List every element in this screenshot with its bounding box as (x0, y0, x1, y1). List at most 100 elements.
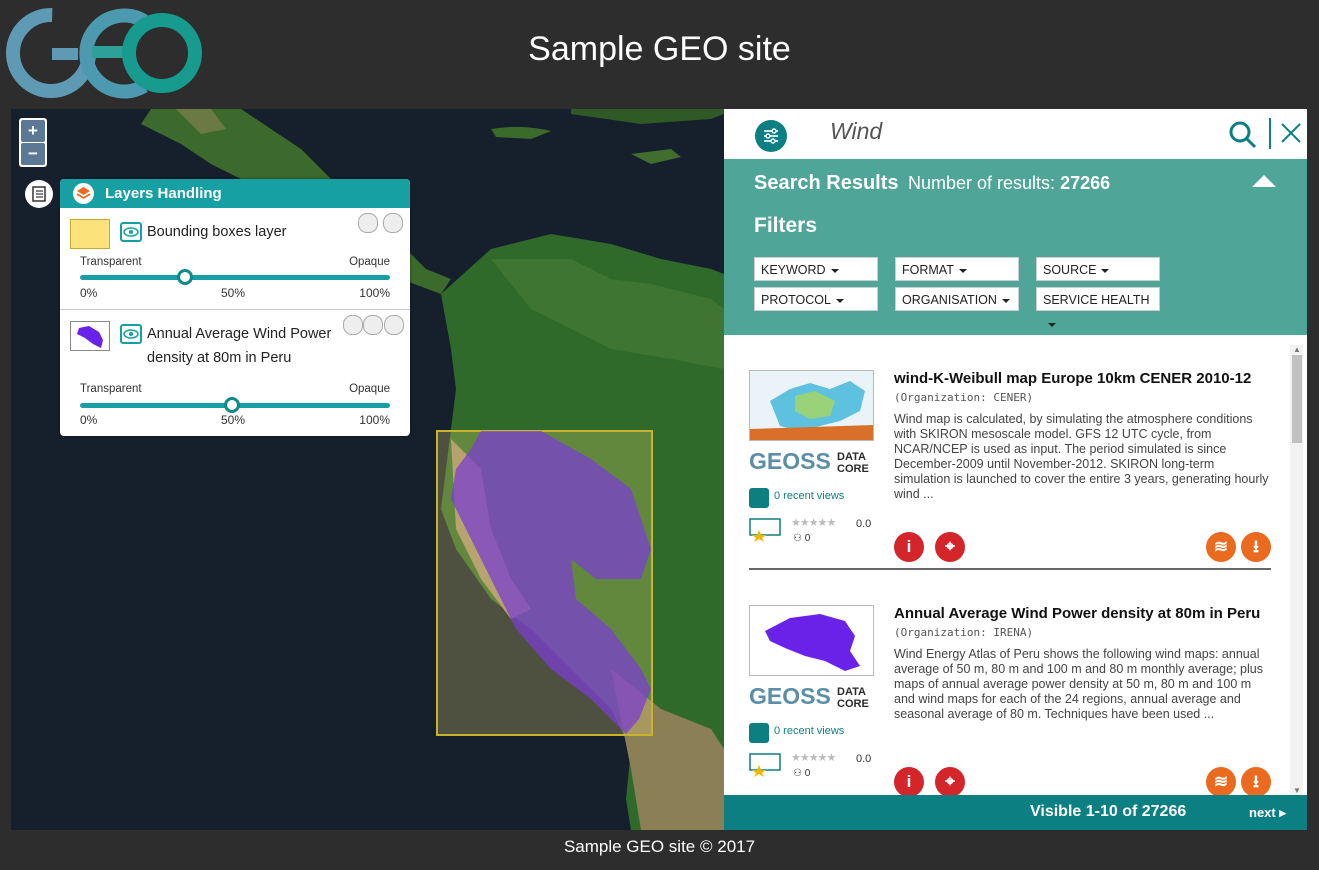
info-icon[interactable]: i (894, 767, 924, 795)
rating-users-count: 0 (804, 768, 811, 779)
layer-name: Annual Average Wind Power density at 80m… (147, 322, 331, 370)
tick-0: 0% (80, 286, 98, 300)
result-title[interactable]: Annual Average Wind Power density at 80m… (894, 605, 1260, 622)
close-icon[interactable] (1280, 122, 1302, 144)
layer-name-line1: Annual Average Wind Power (147, 326, 332, 342)
result-separator (749, 568, 1271, 570)
result-thumbnail[interactable] (749, 370, 874, 441)
slider-handle[interactable] (223, 397, 240, 413)
result-description: Wind Energy Atlas of Peru shows the foll… (894, 647, 1263, 721)
layers-add-icon[interactable]: ≋ (1206, 532, 1236, 562)
zoom-out-button[interactable]: − (21, 143, 45, 165)
layers-add-icon[interactable]: ≋ (1206, 767, 1236, 795)
result-organization: (Organization: IRENA) (894, 626, 1034, 639)
views-icon (749, 723, 769, 743)
geoss-data: DATA (837, 686, 866, 698)
filter-keyword[interactable]: KEYWORD (754, 257, 878, 281)
scroll-down-arrow[interactable]: ▼ (1293, 786, 1301, 795)
filter-format[interactable]: FORMAT (895, 257, 1019, 281)
next-label: next (1249, 805, 1276, 820)
map-pin-icon[interactable]: ⌖ (935, 532, 965, 562)
download-icon[interactable]: ⭳ (1241, 532, 1271, 562)
recent-views[interactable]: 0 recent views (774, 725, 844, 737)
layers-panel-header[interactable]: Layers Handling (60, 179, 410, 208)
opacity-slider[interactable] (80, 397, 390, 413)
layer-name: Bounding boxes layer (147, 224, 287, 240)
filter-organisation[interactable]: ORGANISATION (895, 287, 1019, 311)
count-label: Number of results: (908, 173, 1056, 193)
gear-icon[interactable] (363, 315, 383, 335)
zoom-control: + − (19, 118, 47, 167)
tick-0: 0% (80, 413, 98, 427)
layers-panel-title: Layers Handling (105, 185, 222, 202)
search-input[interactable]: Wind (830, 118, 882, 145)
zoom-in-button[interactable]: + (21, 120, 45, 142)
close-icon[interactable] (384, 315, 404, 335)
info-icon[interactable]: i (894, 532, 924, 562)
filter-settings-button[interactable] (755, 120, 787, 152)
transparent-label: Transparent (80, 383, 142, 395)
rating-value: 0.0 (856, 753, 872, 765)
slider-handle[interactable] (177, 269, 194, 285)
filter-protocol[interactable]: PROTOCOL (754, 287, 878, 311)
tick-100: 100% (359, 413, 390, 427)
tick-50: 50% (221, 286, 246, 300)
lock-icon[interactable] (383, 213, 403, 233)
map-pin-icon[interactable]: ⌖ (935, 767, 965, 795)
result-description: Wind map is calculated, by simulating th… (894, 412, 1269, 501)
scroll-thumb[interactable] (1292, 355, 1302, 443)
rating-value: 0.0 (856, 518, 872, 530)
geoss-core: CORE (837, 463, 869, 475)
rating-users: ⚇ 0 (793, 768, 810, 779)
search-panel: Wind Search Results Number of results: 2… (724, 109, 1307, 830)
result-thumbnail[interactable] (749, 605, 874, 676)
next-page-button[interactable]: next ▸ (1249, 805, 1286, 821)
geoss-datacore-logo: GEOSS DATA CORE (749, 448, 874, 476)
download-icon[interactable]: ⭳ (1241, 767, 1271, 795)
layer-item-peru-wind: Annual Average Wind Power density at 80m… (60, 310, 410, 436)
count-value: 27266 (1060, 173, 1111, 193)
pin-icon[interactable] (343, 315, 363, 335)
eye-icon[interactable] (120, 222, 142, 242)
list-icon (32, 186, 46, 202)
rating-icon[interactable] (749, 518, 781, 542)
search-bar: Wind (724, 109, 1307, 159)
results-scrollbar[interactable]: ▲ ▼ (1290, 345, 1303, 795)
rating-icon[interactable] (749, 753, 781, 777)
views-icon (749, 488, 769, 508)
results-list[interactable]: GEOSS DATA CORE 0 recent views ★★★★★ 0.0… (724, 335, 1307, 795)
geoss-data: DATA (837, 451, 866, 463)
transparent-label: Transparent (80, 256, 142, 268)
rating-users: ⚇ 0 (793, 533, 810, 544)
filters-label: Filters (754, 214, 818, 237)
star-rating[interactable]: ★★★★★ (791, 751, 836, 764)
tick-50: 50% (221, 413, 246, 427)
geoss-datacore-logo: GEOSS DATA CORE (749, 683, 874, 711)
layers-icon (73, 183, 94, 204)
layers-panel: Layers Handling Bounding boxes layer Tra… (60, 179, 410, 436)
layers-toggle-button[interactable] (25, 180, 53, 208)
visible-range: Visible 1-10 of 27266 (1030, 803, 1187, 820)
filter-source[interactable]: SOURCE (1036, 257, 1160, 281)
geoss-letters: GEOSS (749, 683, 831, 709)
layer-item-bounding-boxes: Bounding boxes layer Transparent Opaque … (60, 208, 410, 310)
peru-thumbnail (70, 321, 110, 351)
site-footer: Sample GEO site © 2017 (563, 837, 756, 856)
star-rating[interactable]: ★★★★★ (791, 516, 836, 529)
scroll-up-arrow[interactable]: ▲ (1293, 345, 1301, 354)
tick-100: 100% (359, 286, 390, 300)
chevron-up-icon[interactable] (1252, 175, 1276, 187)
search-icon[interactable] (1227, 120, 1259, 150)
gear-icon[interactable] (358, 213, 378, 233)
user-icon: ⚇ (793, 768, 805, 779)
site-header: Sample GEO site (0, 0, 1319, 109)
opacity-slider[interactable] (80, 269, 390, 285)
opaque-label: Opaque (349, 256, 390, 268)
result-title[interactable]: wind-K-Weibull map Europe 10km CENER 201… (894, 370, 1251, 387)
eye-icon[interactable] (120, 324, 142, 344)
filter-service-health[interactable]: SERVICE HEALTH (1036, 287, 1160, 311)
geoss-core: CORE (837, 698, 869, 710)
divider (1269, 118, 1271, 149)
recent-views[interactable]: 0 recent views (774, 490, 844, 502)
opaque-label: Opaque (349, 383, 390, 395)
